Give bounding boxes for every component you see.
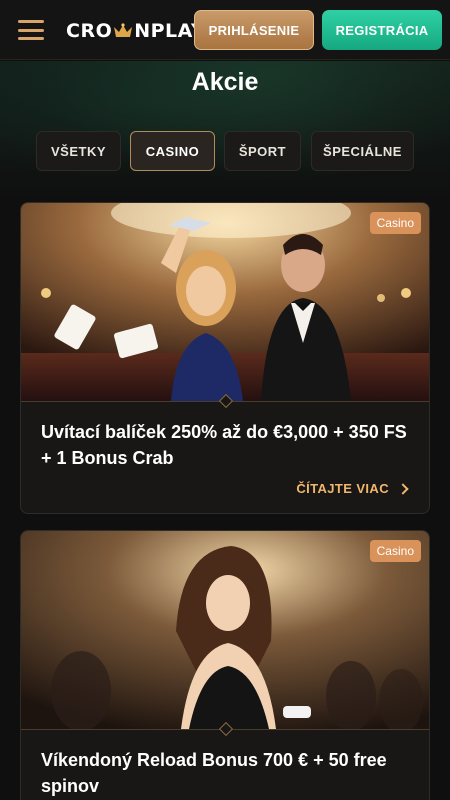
read-more-label: ČÍTAJTE VIAC bbox=[296, 481, 389, 496]
logo-text-left: CRO bbox=[66, 20, 113, 42]
menu-icon[interactable] bbox=[18, 20, 44, 40]
promo-title: Uvítací balíček 250% až do €3,000 + 350 … bbox=[41, 422, 407, 468]
tab-all[interactable]: VŠETKY bbox=[36, 131, 121, 171]
promo-image-woman-casino bbox=[21, 531, 429, 729]
category-badge: Casino bbox=[369, 540, 421, 562]
tab-casino[interactable]: CASINO bbox=[130, 131, 215, 171]
promo-title: Víkendoný Reload Bonus 700 € + 50 free s… bbox=[41, 750, 387, 796]
category-badge: Casino bbox=[369, 212, 421, 234]
register-button[interactable]: REGISTRÁCIA bbox=[322, 10, 442, 50]
crownplay-logo[interactable]: CRO NPLAY bbox=[66, 18, 205, 44]
login-button[interactable]: PRIHLÁSENIE bbox=[194, 10, 314, 50]
read-more-link[interactable]: ČÍTAJTE VIAC bbox=[296, 481, 409, 496]
promo-image-couple-casino bbox=[21, 203, 429, 401]
top-header: CRO NPLAY PRIHLÁSENIE REGISTRÁCIA bbox=[0, 0, 450, 60]
promo-card[interactable]: Casino Víkendoný Reload Bonus 700 € + 50… bbox=[20, 530, 430, 800]
tab-special[interactable]: ŠPECIÁLNE bbox=[311, 131, 414, 171]
crown-icon bbox=[114, 23, 133, 37]
chevron-right-icon bbox=[397, 482, 409, 495]
promo-card[interactable]: Casino Uvítací balíček 250% až do €3,000… bbox=[20, 202, 430, 514]
page-title: Akcie bbox=[191, 68, 259, 96]
tab-sport[interactable]: ŠPORT bbox=[224, 131, 301, 171]
